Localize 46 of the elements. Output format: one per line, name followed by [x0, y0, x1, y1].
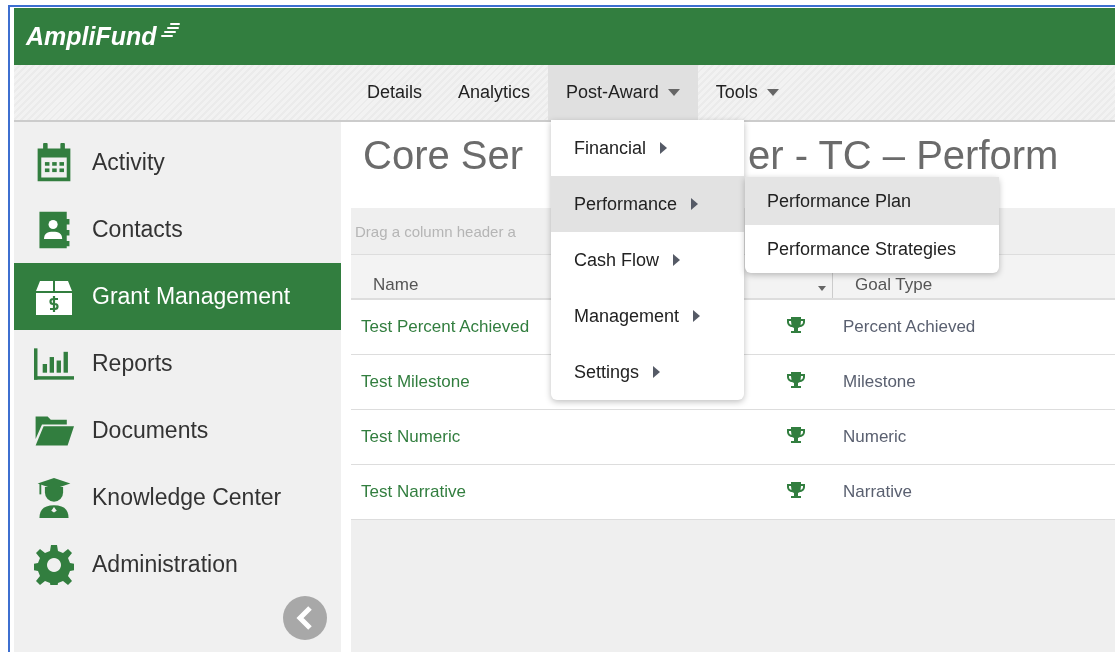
goal-type-cell: Percent Achieved: [843, 317, 976, 337]
goal-type-cell: Milestone: [843, 372, 916, 392]
goal-type-cell: Narrative: [843, 482, 912, 502]
goal-name-link[interactable]: Test Milestone: [361, 372, 470, 392]
sidebar-item[interactable]: Contacts: [14, 196, 341, 263]
caret-icon: [693, 310, 701, 322]
sidebar-item[interactable]: Knowledge Center: [14, 464, 341, 531]
nav-tab[interactable]: Details: [349, 65, 441, 120]
sidebar-item[interactable]: Reports: [14, 330, 341, 397]
caret-icon: [653, 366, 661, 378]
app-logo: AmpliFund: [26, 22, 157, 51]
menu-item[interactable]: Cash Flow: [551, 232, 744, 288]
sort-caret-icon: [818, 286, 826, 291]
group-hint: Drag a column header a: [355, 222, 516, 240]
sidebar-item[interactable]: Grant Management: [14, 263, 341, 330]
goal-name-link[interactable]: Test Percent Achieved: [361, 317, 530, 337]
caret-icon: [660, 142, 668, 154]
logo-streaks-icon: [158, 22, 181, 40]
collapse-button[interactable]: [283, 596, 327, 640]
goal-type-cell: Numeric: [843, 427, 907, 447]
caret-icon: [673, 254, 681, 266]
trophy-icon: [787, 315, 805, 334]
menu-item[interactable]: Performance: [551, 176, 744, 232]
chevron-left-icon: [296, 606, 314, 630]
trophy-icon: [787, 370, 805, 389]
sidebar-item[interactable]: Administration: [14, 531, 341, 598]
trophy-icon: [787, 480, 805, 499]
trophy-icon: [787, 425, 805, 444]
column-header[interactable]: Name: [373, 275, 419, 295]
sidebar-item[interactable]: Activity: [14, 129, 341, 196]
submenu-item[interactable]: Performance Plan: [745, 177, 999, 225]
nav-tab[interactable]: Analytics: [440, 65, 549, 120]
menu-item[interactable]: Settings: [551, 344, 744, 400]
goal-name-link[interactable]: Test Narrative: [361, 482, 466, 502]
sidebar-item[interactable]: Documents: [14, 397, 341, 464]
page-title: er - TC – Perform: [748, 132, 1060, 178]
goal-name-link[interactable]: Test Numeric: [361, 427, 461, 447]
page-title: Core Ser: [363, 132, 525, 178]
caret-icon: [691, 198, 699, 210]
nav-tab[interactable]: Tools: [697, 65, 797, 120]
menu-item[interactable]: Management: [551, 288, 744, 344]
menu-item[interactable]: Financial: [551, 120, 744, 176]
column-header[interactable]: Goal Type: [855, 275, 933, 295]
submenu-item[interactable]: Performance Strategies: [745, 225, 999, 273]
settings-icon: [34, 544, 74, 585]
nav-tab[interactable]: Post-Award: [548, 65, 698, 120]
